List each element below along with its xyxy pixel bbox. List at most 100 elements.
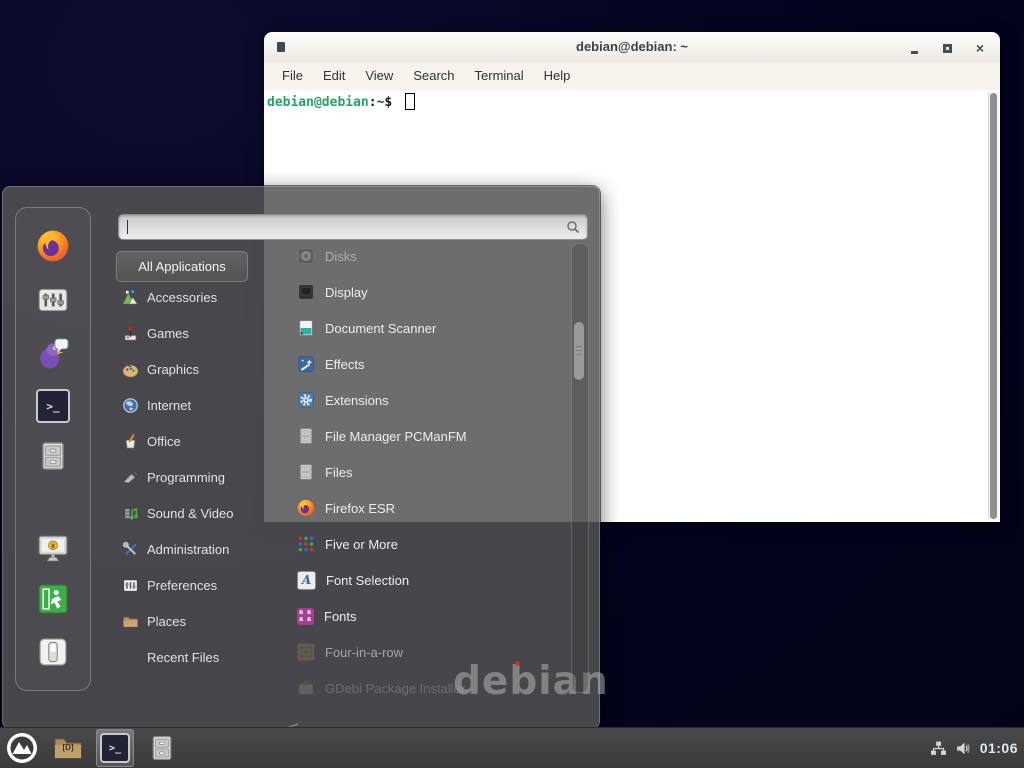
app-display[interactable]: Display [263, 274, 573, 310]
taskbar-clock[interactable]: 01:06 [980, 740, 1018, 756]
category-sound-video[interactable]: Sound & Video [116, 495, 262, 531]
app-disks[interactable]: Disks [263, 238, 573, 274]
category-label: Places [147, 614, 186, 629]
disks-icon [297, 247, 315, 265]
shutdown-button[interactable] [33, 632, 73, 672]
app-extensions[interactable]: Extensions [263, 382, 573, 418]
app-five-or-more[interactable]: Five or More [263, 526, 573, 562]
shell-prompt: debian@debian:~$ [267, 93, 415, 110]
administration-icon [122, 541, 139, 558]
file-cabinet-icon [297, 427, 315, 445]
app-label: Disks [325, 249, 357, 264]
terminal-scrollbar-thumb[interactable] [990, 93, 997, 519]
menu-edit[interactable]: Edit [313, 62, 355, 90]
category-list: Accessories Games Graphics Internet Offi… [116, 279, 262, 675]
menu-launcher-button[interactable] [4, 730, 40, 766]
menu-file[interactable]: File [272, 62, 313, 90]
folder-label: [D] [50, 743, 86, 752]
favorite-pidgin-button[interactable] [33, 334, 73, 374]
app-label: Five or More [325, 537, 398, 552]
favorite-terminal-button[interactable]: >_ [33, 386, 73, 426]
settings-sliders-icon [36, 283, 70, 317]
app-file-manager-pcmanfm[interactable]: File Manager PCManFM [263, 418, 573, 454]
category-graphics[interactable]: Graphics [116, 351, 262, 387]
five-or-more-icon [297, 535, 315, 553]
terminal-icon: >_ [100, 733, 130, 763]
four-in-a-row-icon [297, 643, 315, 661]
terminal-cursor [405, 93, 415, 110]
effects-icon [297, 355, 315, 373]
category-office[interactable]: Office [116, 423, 262, 459]
category-label: Games [147, 326, 189, 341]
app-fonts[interactable]: a a a a Fonts [263, 598, 573, 634]
close-button[interactable]: × [972, 40, 988, 56]
terminal-menubar: File Edit View Search Terminal Help [264, 62, 1000, 91]
category-administration[interactable]: Administration [116, 531, 262, 567]
app-list-scrollbar-thumb[interactable] [574, 322, 584, 380]
app-list-scrollbar[interactable] [571, 243, 589, 693]
category-label: Accessories [147, 290, 217, 305]
firefox-icon [36, 229, 70, 263]
terminal-scrollbar[interactable] [988, 92, 999, 520]
taskbar-files-button[interactable] [144, 730, 180, 766]
file-cabinet-icon [297, 463, 315, 481]
log-out-button[interactable] [33, 579, 73, 619]
display-icon [297, 283, 315, 301]
minimize-icon [911, 51, 918, 54]
search-caret [127, 220, 128, 234]
taskbar-terminal-button[interactable]: >_ [96, 729, 134, 767]
category-label: Preferences [147, 578, 217, 593]
menu-search-input[interactable] [127, 217, 561, 237]
category-label: Internet [147, 398, 191, 413]
system-tray: 01:06 [930, 728, 1018, 768]
category-accessories[interactable]: Accessories [116, 279, 262, 315]
category-label: Office [147, 434, 181, 449]
category-programming[interactable]: Programming [116, 459, 262, 495]
category-games[interactable]: Games [116, 315, 262, 351]
network-icon[interactable] [930, 740, 947, 757]
favorite-firefox-button[interactable] [33, 226, 73, 266]
menu-view[interactable]: View [355, 62, 403, 90]
category-internet[interactable]: Internet [116, 387, 262, 423]
app-firefox-esr[interactable]: Firefox ESR [263, 490, 573, 526]
category-preferences[interactable]: Preferences [116, 567, 262, 603]
menu-logo-icon [6, 732, 38, 764]
taskbar: [D] >_ 01:06 [0, 727, 1024, 768]
fonts-icon-glyph: a a [299, 609, 312, 616]
app-label: Font Selection [326, 573, 409, 588]
prompt-separator: : [369, 95, 377, 110]
graphics-icon [122, 361, 139, 378]
menu-search-box [118, 214, 588, 240]
app-files[interactable]: Files [263, 454, 573, 490]
menu-terminal[interactable]: Terminal [465, 62, 534, 90]
desktop-folder-button[interactable]: [D] [50, 730, 86, 766]
category-places[interactable]: Places [116, 603, 262, 639]
menu-search[interactable]: Search [403, 62, 464, 90]
app-font-selection[interactable]: A Font Selection [263, 562, 573, 598]
lock-screen-button[interactable] [33, 528, 73, 568]
application-menu: debian >_ All [2, 186, 600, 729]
app-effects[interactable]: Effects [263, 346, 573, 382]
menu-help[interactable]: Help [534, 62, 581, 90]
internet-globe-icon [122, 397, 139, 414]
app-four-in-a-row[interactable]: Four-in-a-row [263, 634, 573, 670]
category-label: Recent Files [147, 650, 219, 665]
volume-icon[interactable] [955, 740, 972, 757]
search-icon [565, 219, 581, 235]
app-gdebi-package-installer[interactable]: GDebi Package Installer [263, 670, 573, 706]
maximize-button[interactable] [939, 40, 955, 56]
power-switch-icon [36, 635, 70, 669]
category-label: Programming [147, 470, 225, 485]
app-document-scanner[interactable]: Document Scanner [263, 310, 573, 346]
pidgin-icon [36, 337, 70, 371]
programming-icon [122, 469, 139, 486]
office-icon [122, 433, 139, 450]
category-recent-files[interactable]: Recent Files [116, 639, 262, 675]
minimize-button[interactable] [906, 40, 922, 56]
favorite-settings-button[interactable] [33, 280, 73, 320]
favorite-files-button[interactable] [33, 436, 73, 476]
category-all-applications[interactable]: All Applications [116, 251, 248, 282]
preferences-icon [122, 577, 139, 594]
terminal-icon: >_ [36, 389, 70, 423]
terminal-titlebar[interactable]: debian@debian: ~ × [264, 32, 1000, 63]
